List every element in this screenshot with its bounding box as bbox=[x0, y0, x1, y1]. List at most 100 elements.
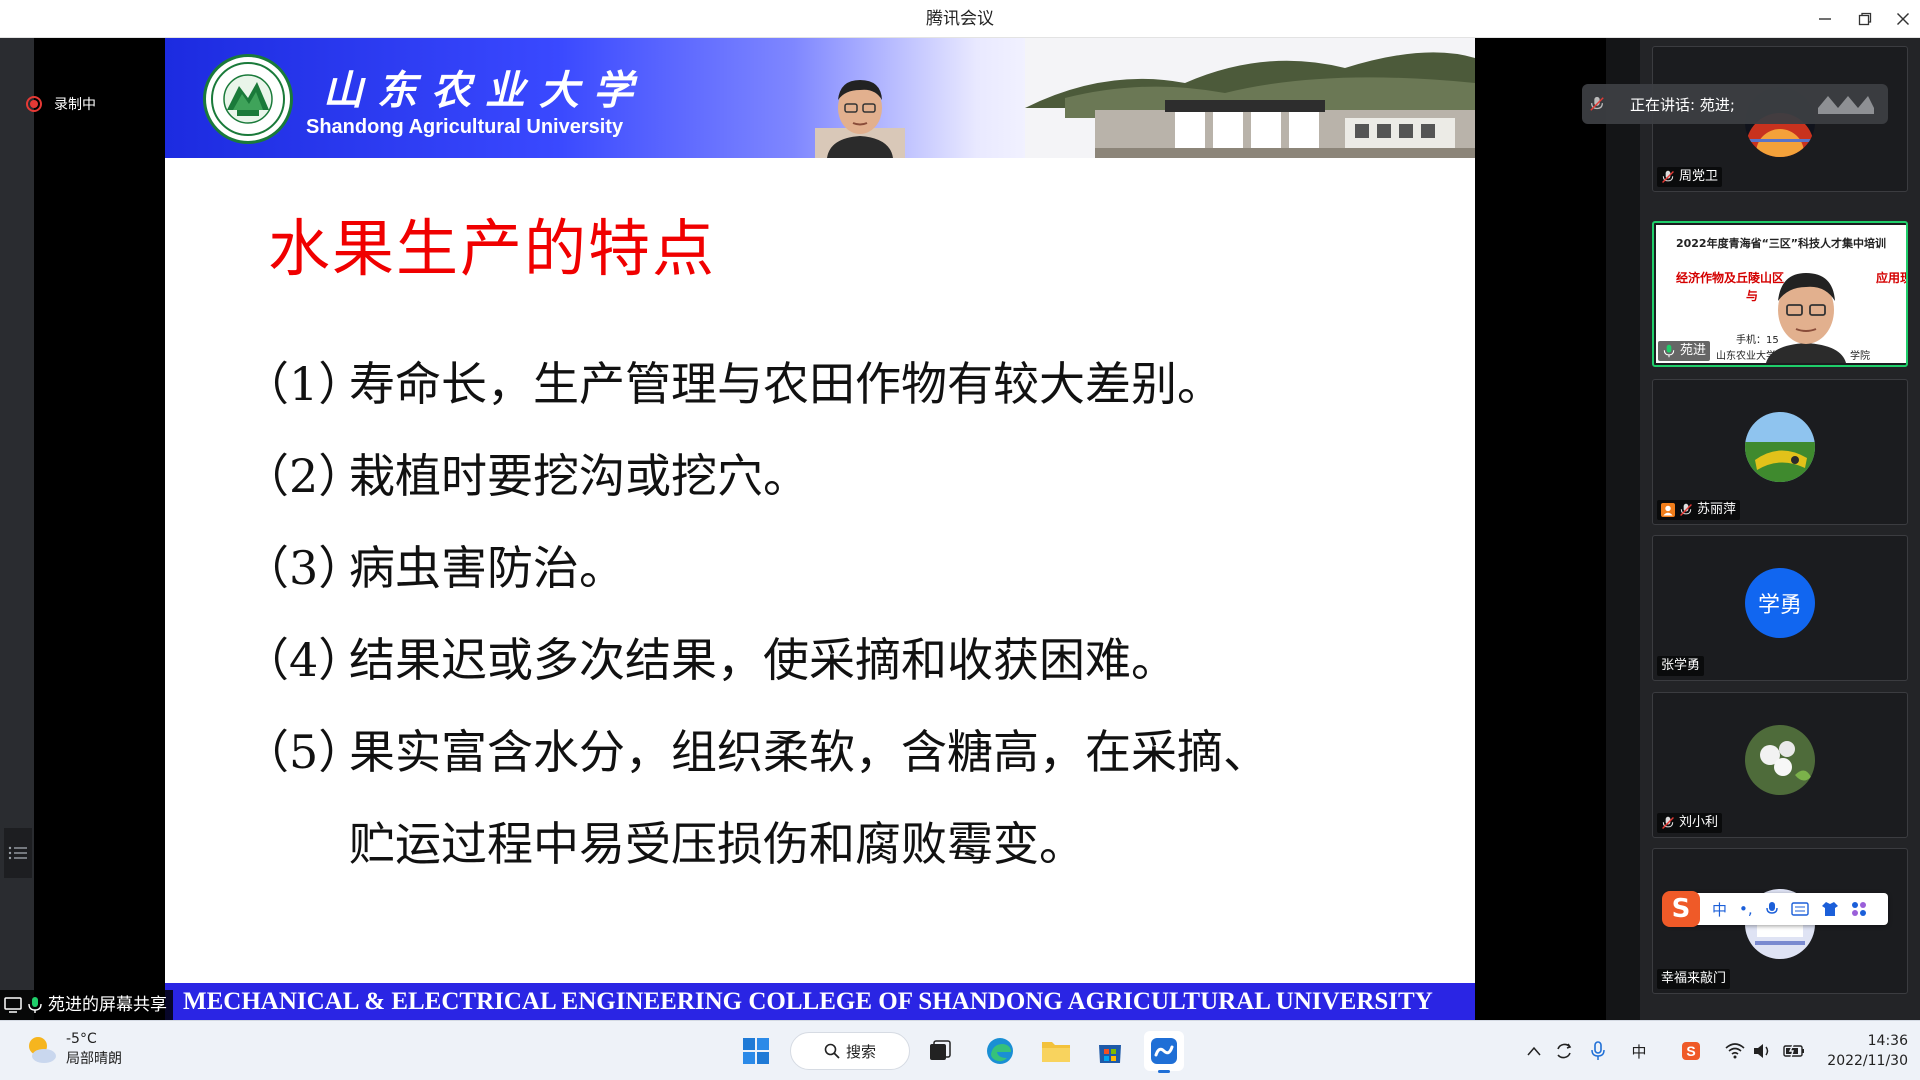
tencent-meeting-icon bbox=[1151, 1038, 1177, 1064]
windows-taskbar: -5°C 局部晴朗 搜索 中 S 14:36 2022/11/30 bbox=[0, 1020, 1920, 1080]
host-badge-icon bbox=[1661, 503, 1675, 517]
university-logo bbox=[203, 54, 293, 144]
ime-toolbar[interactable]: S 中 •, bbox=[1662, 891, 1888, 927]
battery-tray[interactable] bbox=[1780, 1033, 1808, 1069]
participant-nametag: 周党卫 bbox=[1657, 167, 1723, 187]
volume-tray[interactable] bbox=[1750, 1033, 1776, 1069]
slide-item: （3）病虫害防治。 bbox=[243, 541, 625, 595]
slide-item-continuation: 贮运过程中易受压损伤和腐败霉变。 bbox=[349, 817, 1085, 871]
ime-chinese-mode[interactable]: 中 bbox=[1712, 899, 1727, 920]
show-hidden-icons[interactable] bbox=[1522, 1033, 1546, 1069]
participant-nametag: 张学勇 bbox=[1657, 656, 1705, 676]
participant-avatar bbox=[1745, 725, 1815, 795]
left-sidebar bbox=[0, 38, 34, 1020]
campus-gate-image bbox=[1025, 38, 1475, 158]
shared-screen-slide: 山东农业大学 Shandong Agricultural University bbox=[165, 38, 1475, 1020]
screen-share-label: 苑进的屏幕共享 bbox=[0, 990, 173, 1020]
window-titlebar: 腾讯会议 bbox=[0, 0, 1920, 38]
file-explorer-button[interactable] bbox=[1036, 1031, 1076, 1071]
start-button[interactable] bbox=[736, 1031, 776, 1071]
wifi-icon bbox=[1725, 1043, 1745, 1059]
sogou-logo-icon[interactable]: S bbox=[1662, 891, 1700, 927]
mic-muted-icon bbox=[1662, 170, 1674, 183]
participant-tile[interactable]: 刘小利 bbox=[1652, 692, 1908, 838]
folder-icon bbox=[1042, 1042, 1070, 1062]
search-label: 搜索 bbox=[845, 1042, 876, 1061]
university-name-cn: 山东农业大学 bbox=[323, 67, 647, 114]
clock-date: 2022/11/30 bbox=[1827, 1053, 1908, 1069]
sogou-tray[interactable]: S bbox=[1678, 1033, 1704, 1069]
wifi-tray[interactable] bbox=[1722, 1033, 1748, 1069]
sync-icon bbox=[1557, 1043, 1572, 1059]
taskview-button[interactable] bbox=[920, 1031, 960, 1071]
volume-icon bbox=[1754, 1044, 1769, 1058]
mic-on-icon bbox=[28, 997, 42, 1013]
participant-name: 苑进 bbox=[1680, 343, 1707, 358]
keyboard-icon[interactable] bbox=[1790, 902, 1809, 916]
participant-nametag: 幸福来敲门 bbox=[1657, 969, 1731, 989]
slide-item: （2）栽植时要挖沟或挖穴。 bbox=[243, 449, 809, 503]
microphone-icon bbox=[1591, 1041, 1605, 1060]
ime-mode-tray[interactable]: 中 bbox=[1624, 1033, 1654, 1069]
task-view-icon bbox=[930, 1040, 951, 1060]
edge-browser-button[interactable] bbox=[980, 1031, 1020, 1071]
participant-name: 苏丽萍 bbox=[1697, 502, 1737, 517]
microphone-tray[interactable] bbox=[1586, 1033, 1610, 1069]
participant-name: 幸福来敲门 bbox=[1661, 971, 1727, 986]
university-name-en: Shandong Agricultural University bbox=[306, 116, 624, 138]
store-button[interactable] bbox=[1090, 1031, 1130, 1071]
participant-avatar bbox=[1745, 412, 1815, 482]
svg-text:S: S bbox=[1686, 1043, 1695, 1059]
participant-tile[interactable]: 学勇 张学勇 bbox=[1652, 535, 1908, 681]
toolbox-icon[interactable] bbox=[1851, 901, 1867, 917]
skin-icon[interactable] bbox=[1821, 901, 1839, 917]
taskbar-search[interactable]: 搜索 bbox=[790, 1032, 910, 1070]
list-icon bbox=[8, 846, 27, 860]
slide-banner: 山东农业大学 Shandong Agricultural University bbox=[165, 38, 1475, 158]
taskbar-clock[interactable]: 14:36 2022/11/30 bbox=[1818, 1031, 1908, 1071]
speaker-video bbox=[815, 80, 905, 158]
clock-time: 14:36 bbox=[1867, 1033, 1908, 1049]
sogou-icon: S bbox=[1682, 1042, 1700, 1060]
recording-indicator[interactable]: 录制中 bbox=[26, 94, 96, 114]
store-icon bbox=[1099, 1045, 1121, 1063]
edge-icon bbox=[987, 1038, 1013, 1064]
participant-name: 刘小利 bbox=[1679, 815, 1719, 830]
participant-nametag: 刘小利 bbox=[1657, 813, 1723, 833]
mic-muted-icon bbox=[1590, 96, 1604, 111]
windows-logo-icon bbox=[743, 1038, 769, 1064]
slide-footer: MECHANICAL & ELECTRICAL ENGINEERING COLL… bbox=[165, 983, 1475, 1020]
speaking-indicator: 正在讲话: 苑进; bbox=[1582, 84, 1888, 124]
participant-name: 张学勇 bbox=[1661, 658, 1701, 673]
mic-muted-icon bbox=[1662, 816, 1674, 829]
close-icon bbox=[1897, 13, 1909, 25]
mic-muted-icon bbox=[1680, 503, 1692, 516]
screen-share-icon bbox=[4, 997, 22, 1013]
sync-tray[interactable] bbox=[1552, 1033, 1576, 1069]
meeting-area: 录制中 山东农业大学 Shandong Agricultural Univers… bbox=[0, 38, 1920, 1020]
participant-name: 周党卫 bbox=[1679, 169, 1719, 184]
close-button[interactable] bbox=[1880, 0, 1920, 38]
list-toggle[interactable] bbox=[4, 828, 32, 878]
mic-on-icon bbox=[1663, 344, 1675, 358]
slide-item: （5）果实富含水分，组织柔软，含糖高，在采摘、 bbox=[243, 725, 1269, 779]
slide-item: （4）结果迟或多次结果，使采摘和收获困难。 bbox=[243, 633, 1177, 687]
partly-sunny-icon bbox=[29, 1037, 56, 1063]
weather-widget[interactable]: -5°C 局部晴朗 bbox=[24, 1029, 122, 1069]
weather-condition: 局部晴朗 bbox=[66, 1051, 122, 1067]
search-icon bbox=[824, 1043, 840, 1059]
participant-nametag: 苑进 bbox=[1658, 341, 1711, 361]
speaking-wave-icon bbox=[1818, 96, 1874, 114]
battery-charging-icon bbox=[1783, 1044, 1804, 1058]
participant-tile[interactable]: 苏丽萍 bbox=[1652, 379, 1908, 525]
speaking-text: 正在讲话: 苑进; bbox=[1630, 95, 1735, 114]
voice-input-icon[interactable] bbox=[1765, 901, 1779, 917]
screen: 腾讯会议 录制中 山东农业大学 Shandong Agricultural Un… bbox=[0, 0, 1920, 1080]
participant-video bbox=[1766, 273, 1846, 363]
ime-punctuation[interactable]: •, bbox=[1739, 900, 1753, 918]
slide-item: （1）寿命长，生产管理与农田作物有较大差别。 bbox=[243, 357, 1223, 411]
tencent-meeting-button[interactable] bbox=[1144, 1031, 1184, 1073]
participant-tile-active[interactable]: 2022年度青海省“三区”科技人才集中培训 经济作物及丘陵山区应用现状 与 手机… bbox=[1652, 221, 1908, 367]
weather-temperature: -5°C bbox=[66, 1031, 97, 1047]
slide-item-list: （1）寿命长，生产管理与农田作物有较大差别。 （2）栽植时要挖沟或挖穴。 （3）… bbox=[243, 338, 1443, 890]
